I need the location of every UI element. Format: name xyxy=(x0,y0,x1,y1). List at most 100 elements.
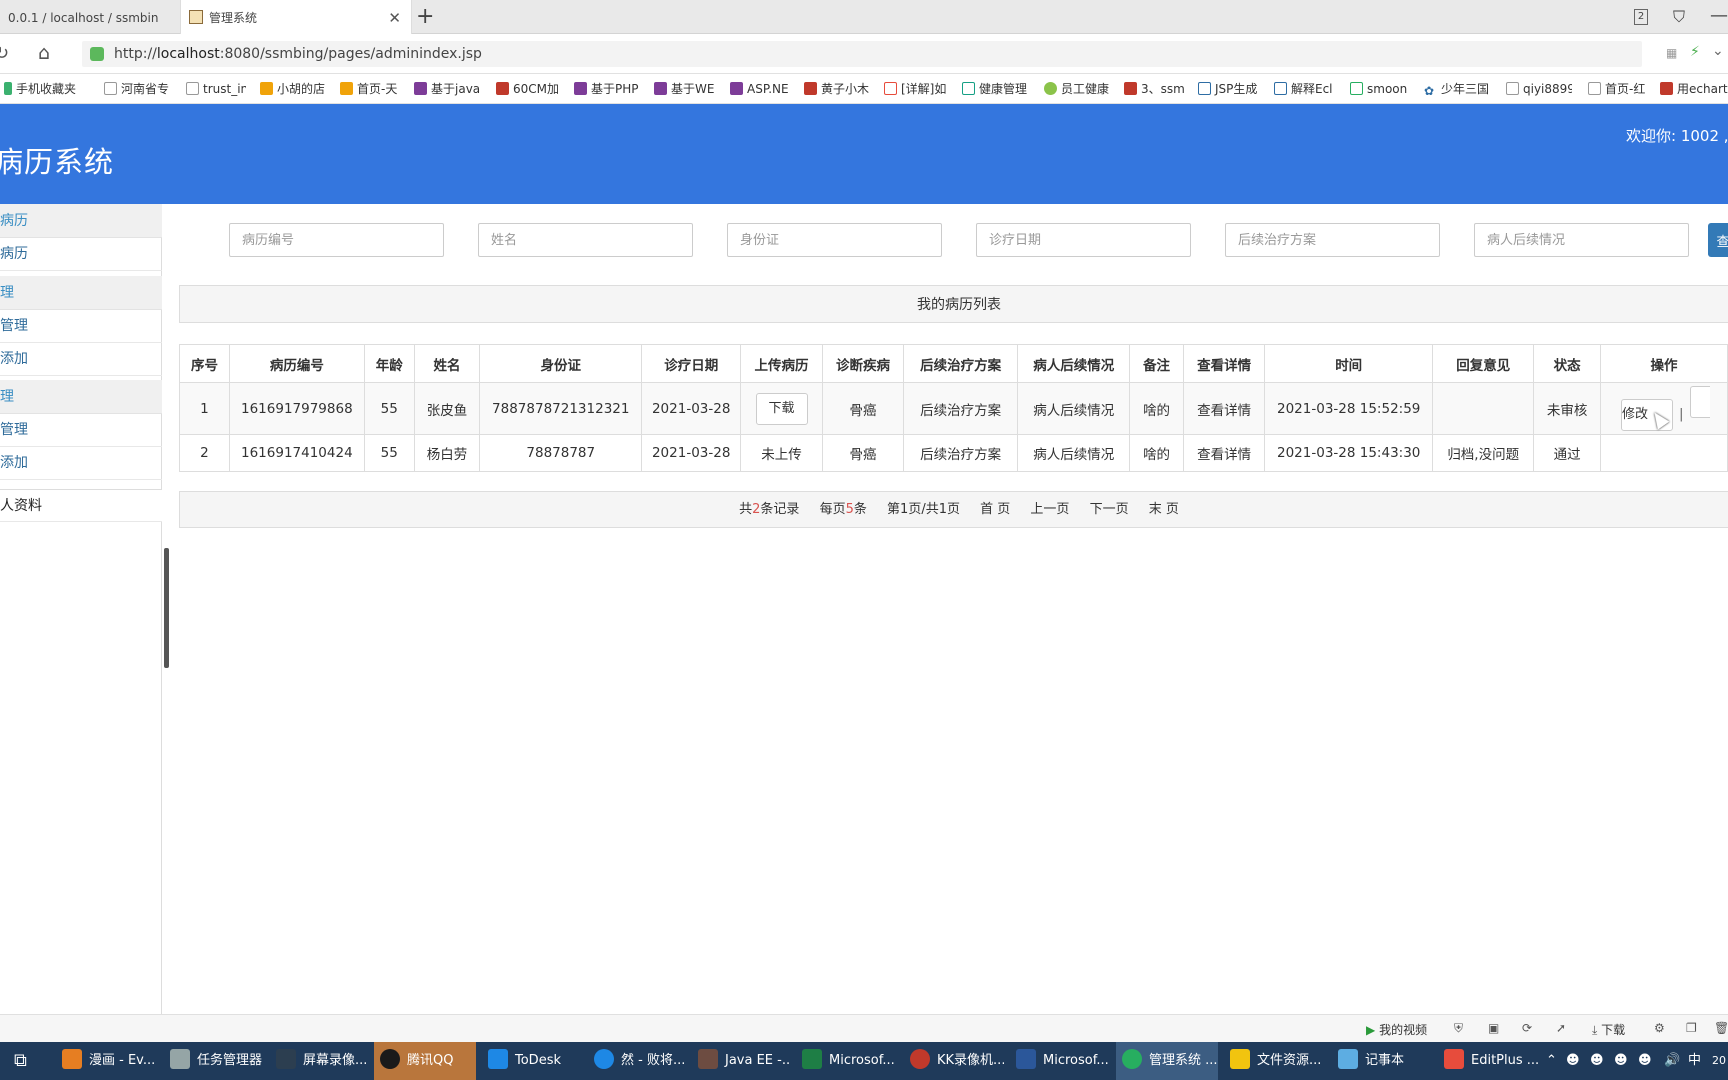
sidebar-section-heading[interactable]: 病历 xyxy=(0,204,162,238)
bookmark-item[interactable]: ASP.NE xyxy=(730,80,792,98)
copy-icon[interactable]: ❐ xyxy=(1686,1021,1697,1035)
close-tab-icon[interactable]: ✕ xyxy=(388,0,401,34)
sidebar-scrollbar[interactable] xyxy=(164,548,169,668)
delete-button[interactable] xyxy=(1689,386,1710,418)
volume-icon[interactable]: 🔊 xyxy=(1664,1042,1680,1080)
download-button[interactable]: ⤓ 下载 xyxy=(1592,1021,1625,1038)
search-record-id-input[interactable] xyxy=(229,223,444,257)
bookmark-item[interactable]: 健康管理 xyxy=(962,80,1032,98)
tray-chevron-up-icon[interactable]: ⌃ xyxy=(1546,1042,1557,1080)
sidebar-item-manage[interactable]: 管理 xyxy=(0,414,162,447)
my-video-button[interactable]: ▶ 我的视频 xyxy=(1366,1021,1427,1038)
refresh-icon[interactable]: ⟳ xyxy=(1522,1021,1532,1035)
bookmark-item[interactable]: trust_in xyxy=(186,80,246,98)
search-button[interactable]: 查 xyxy=(1708,223,1728,257)
reload-icon[interactable]: ↻ xyxy=(0,43,9,64)
tray-qq-icon[interactable]: ☻ xyxy=(1590,1042,1604,1080)
bookmark-item[interactable]: 用echart xyxy=(1660,80,1728,98)
bookmark-item[interactable]: 小胡的店 xyxy=(260,80,330,98)
grid-icon[interactable]: ▦ xyxy=(1666,46,1677,60)
shield-icon[interactable]: ⛨ xyxy=(1454,1021,1463,1036)
bookmark-item[interactable]: 3、ssm xyxy=(1124,80,1186,98)
bookmark-item[interactable]: JSP生成 xyxy=(1198,80,1262,98)
sidebar-section-heading[interactable]: 理 xyxy=(0,380,162,414)
settings-icon[interactable]: ⚙ xyxy=(1654,1021,1665,1035)
sidebar-item-add[interactable]: 添加 xyxy=(0,447,162,480)
ime-indicator[interactable]: 中 xyxy=(1688,1042,1701,1080)
download-button[interactable]: 下载 xyxy=(755,392,808,425)
sidebar-section-heading[interactable]: 理 xyxy=(0,276,162,310)
taskbar-app[interactable]: Microsof... xyxy=(1010,1042,1110,1080)
minimize-icon[interactable]: — xyxy=(1710,5,1728,26)
search-date-input[interactable] xyxy=(976,223,1191,257)
taskbar-app[interactable]: Java EE -... xyxy=(692,1042,790,1080)
tray-qq-icon[interactable]: ☻ xyxy=(1614,1042,1628,1080)
last-page-link[interactable]: 末 页 xyxy=(1149,502,1179,517)
bookmark-item[interactable]: 首页-天 xyxy=(340,80,402,98)
prev-page-link[interactable]: 上一页 xyxy=(1030,502,1069,517)
bookmark-item[interactable]: 基于PHP xyxy=(574,80,640,98)
bookmark-item[interactable]: 基于WE xyxy=(654,80,716,98)
trash-icon[interactable]: 🗑 xyxy=(1714,1021,1728,1035)
taskbar-app[interactable]: 记事本 xyxy=(1332,1042,1432,1080)
col-header: 病历编号 xyxy=(228,344,365,383)
taskbar-app[interactable]: Microsof... xyxy=(796,1042,894,1080)
new-tab-icon[interactable]: + xyxy=(416,5,434,29)
cell-record-id: 1616917410424 xyxy=(228,434,365,472)
taskbar-app[interactable]: KK录像机... xyxy=(904,1042,1004,1080)
search-name-input[interactable] xyxy=(478,223,693,257)
sidebar-item-records[interactable]: 病历 xyxy=(0,238,162,271)
notepad-icon xyxy=(1338,1049,1358,1069)
site-icon xyxy=(1350,82,1363,95)
lightning-icon[interactable]: ⚡ xyxy=(1690,44,1700,60)
next-page-link[interactable]: 下一页 xyxy=(1090,502,1129,517)
taskbar-app[interactable]: 然 - 败将... xyxy=(588,1042,686,1080)
bookmark-item[interactable]: [详解]如 xyxy=(884,80,950,98)
bookmark-item[interactable]: qiyi8899 xyxy=(1506,80,1572,98)
rocket-icon[interactable]: ➚ xyxy=(1556,1021,1566,1035)
first-page-link[interactable]: 首 页 xyxy=(980,502,1010,517)
taskbar-app-qq[interactable]: 腾讯QQ xyxy=(374,1042,476,1080)
bookmark-item[interactable]: smoon xyxy=(1350,80,1412,98)
taskbar-app[interactable]: 文件资源... xyxy=(1224,1042,1326,1080)
sidebar-item-add[interactable]: 添加 xyxy=(0,343,162,376)
bookmark-item[interactable]: 黄子小木 xyxy=(804,80,870,98)
pager-text: 共 xyxy=(739,502,753,517)
task-view-icon[interactable]: ⧉ xyxy=(8,1042,44,1080)
tray-qq-icon[interactable]: ☻ xyxy=(1566,1042,1580,1080)
search-followup-input[interactable] xyxy=(1474,223,1689,257)
bookmark-label: 解释Ecl xyxy=(1291,82,1333,96)
search-id-card-input[interactable] xyxy=(727,223,942,257)
taskbar-app[interactable]: EditPlus ... xyxy=(1438,1042,1540,1080)
col-header: 回复意见 xyxy=(1432,344,1535,383)
window-count-badge[interactable]: 2 xyxy=(1634,9,1648,25)
tray-qq-icon[interactable]: ☻ xyxy=(1638,1042,1652,1080)
clock[interactable]: 20 xyxy=(1712,1042,1726,1080)
taskbar-app-active[interactable]: 管理系统 ... xyxy=(1116,1042,1218,1080)
view-detail-link[interactable]: 查看详情 xyxy=(1182,434,1266,472)
bookmark-item[interactable]: 解释Ecl xyxy=(1274,80,1336,98)
sidebar-item-manage[interactable]: 管理 xyxy=(0,310,162,343)
taskbar-app[interactable]: 屏幕录像... xyxy=(270,1042,370,1080)
panel-title: 我的病历列表 xyxy=(179,285,1728,323)
bookmark-item[interactable]: 60CM加 xyxy=(496,80,560,98)
browser-tab-phpmyadmin[interactable]: 0.0.1 / localhost / ssmbin xyxy=(0,0,180,34)
bookmark-item[interactable]: ✿ 少年三国 xyxy=(1424,80,1492,98)
taskbar-app[interactable]: 任务管理器 xyxy=(164,1042,264,1080)
sidebar-item-profile[interactable]: 人资料 xyxy=(0,489,162,522)
search-plan-input[interactable] xyxy=(1225,223,1440,257)
col-header: 身份证 xyxy=(479,344,643,383)
taskbar-app[interactable]: 漫画 - Ev... xyxy=(56,1042,154,1080)
shirt-icon[interactable]: ⛉ xyxy=(1673,7,1685,27)
view-detail-link[interactable]: 查看详情 xyxy=(1182,382,1266,435)
bookmark-item[interactable]: 员工健康 xyxy=(1044,80,1110,98)
home-icon[interactable]: ⌂ xyxy=(38,42,50,64)
image-icon[interactable]: ▣ xyxy=(1488,1021,1499,1035)
bookmark-item[interactable]: 首页-红 xyxy=(1588,80,1652,98)
bookmark-item[interactable]: 手机收藏夹 xyxy=(4,80,76,98)
taskbar-app[interactable]: ToDesk xyxy=(482,1042,582,1080)
bookmark-item[interactable]: 河南省专 xyxy=(104,80,170,98)
bookmark-item[interactable]: 基于java xyxy=(414,80,482,98)
browser-tab-admin[interactable]: 管理系统 ✕ xyxy=(180,0,412,34)
chevron-down-icon[interactable]: ⌄ xyxy=(1712,43,1724,59)
